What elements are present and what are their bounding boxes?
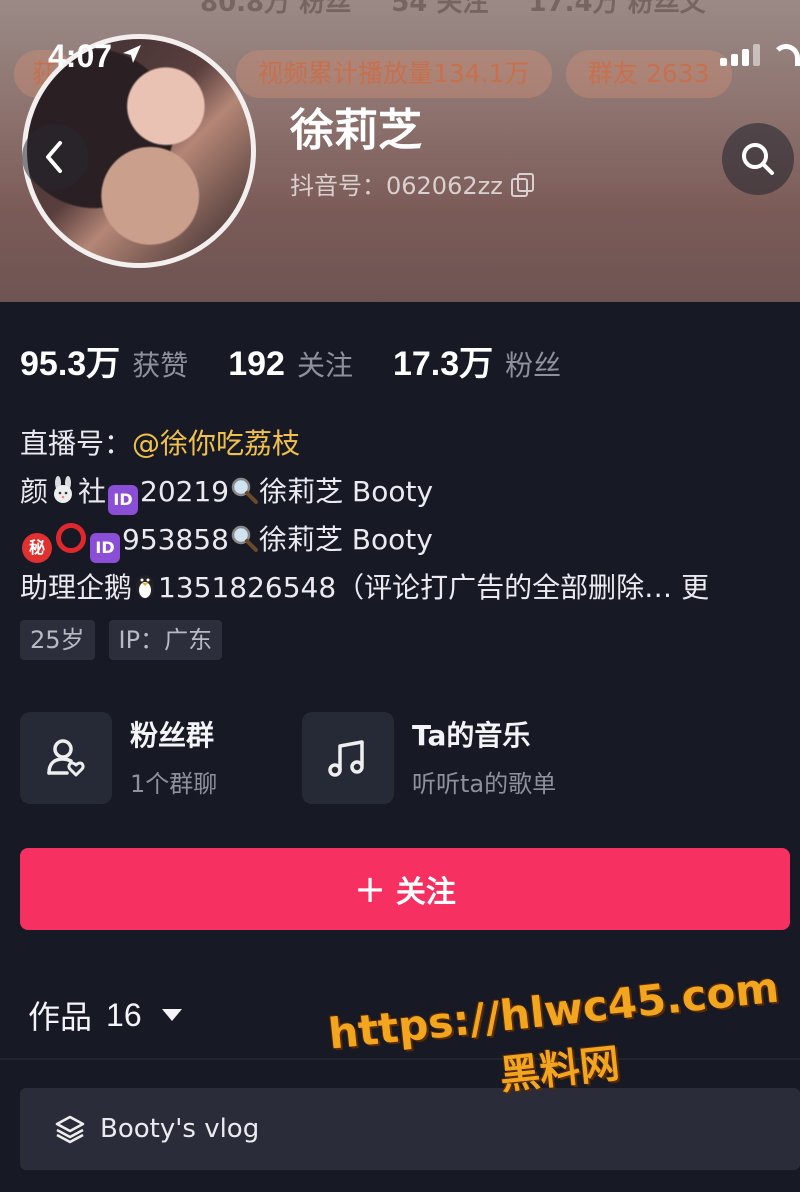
card-icon-box <box>20 712 112 804</box>
fan-group-title: 粉丝群 <box>130 719 215 752</box>
bio-line-2: 颜社 ID 20219 徐莉芝 Booty <box>20 468 800 516</box>
fan-group-subtitle: 1个群聊 <box>130 770 218 798</box>
stats-row: 95.3万 获赞 192 关注 17.3万 粉丝 <box>20 336 601 385</box>
douyin-id[interactable]: 抖音号：062062zz <box>290 166 534 201</box>
douyin-id-text: 抖音号：062062zz <box>290 172 503 200</box>
follow-label: 关注 <box>395 875 456 910</box>
expand-bio-link[interactable]: 更 <box>681 571 709 604</box>
works-tab[interactable]: 作品 16 <box>28 992 182 1038</box>
status-time: 4:07 <box>48 38 143 75</box>
card-text: 粉丝群 1个群聊 <box>130 716 217 804</box>
works-label: 作品 <box>28 998 93 1036</box>
location-arrow-icon <box>122 45 141 63</box>
search-icon <box>742 143 774 175</box>
stat-likes[interactable]: 95.3万 获赞 <box>20 336 188 385</box>
bio-text: 徐莉芝 Booty <box>258 523 433 556</box>
collection-label: Booty's vlog <box>100 1114 260 1144</box>
group-chip[interactable]: 群友 2633 <box>566 50 732 98</box>
bio: 直播号：@徐你吃荔枝 颜社 ID 20219 徐莉芝 Booty 秘 ID 953858 徐… <box>20 420 800 660</box>
bio-text: 953858 <box>122 523 229 556</box>
penguin-icon <box>136 575 155 599</box>
bio-line-live: 直播号：@徐你吃荔枝 <box>20 420 800 468</box>
stat-following-label: 关注 <box>296 349 353 382</box>
profile-name: 徐莉芝 <box>290 105 422 156</box>
fan-group-card[interactable]: 粉丝群 1个群聊 <box>20 712 217 804</box>
chevron-left-icon <box>46 141 62 173</box>
status-indicators <box>720 44 800 66</box>
magnifier-icon <box>231 477 259 504</box>
signal-icon <box>720 44 760 66</box>
music-title: Ta的音乐 <box>412 719 531 752</box>
id-badge-icon: ID <box>90 533 120 563</box>
search-button[interactable] <box>722 123 794 195</box>
rabbit-icon <box>54 476 73 503</box>
faded-following: 54 关注 <box>391 0 489 18</box>
faded-fans: 17.4万 粉丝文 <box>528 0 706 18</box>
plus-icon: + <box>354 867 386 911</box>
age-tag: 25岁 <box>20 620 95 660</box>
play-count-chip[interactable]: 视频累计播放量134.1万 <box>236 50 552 98</box>
profile-header: 80.8万 粉丝 54 关注 17.4万 粉丝文 荻 视频累计播放量134.1万… <box>0 0 800 302</box>
card-text: Ta的音乐 听听ta的歌单 <box>412 716 556 804</box>
bio-text: 助理企鹅 <box>20 571 133 604</box>
stat-fans-value: 17.3万 <box>392 345 494 383</box>
bio-text: 20219 <box>140 475 230 508</box>
stat-fans[interactable]: 17.3万 粉丝 <box>393 336 561 385</box>
bio-text: 1351826548（评论打广告的全部删除… <box>158 571 673 604</box>
user-heart-icon <box>47 739 85 777</box>
layers-icon <box>55 1115 85 1144</box>
stat-likes-label: 获赞 <box>132 349 189 382</box>
bio-text: 徐莉芝 Booty <box>259 475 434 508</box>
works-count: 16 <box>106 996 142 1033</box>
bio-text: 颜 <box>20 475 49 508</box>
stat-likes-value: 95.3万 <box>20 345 121 383</box>
back-button[interactable] <box>22 124 88 190</box>
wifi-icon <box>772 44 800 66</box>
music-subtitle: 听听ta的歌单 <box>412 770 557 798</box>
caret-down-icon <box>161 1009 182 1021</box>
ip-tag: IP：广东 <box>108 620 223 660</box>
red-circle-icon <box>56 523 86 553</box>
live-prefix: 直播号： <box>20 427 133 460</box>
bio-line-4: 助理企鹅 1351826548（评论打广告的全部删除… 更 <box>20 564 800 612</box>
music-note-icon <box>328 740 364 777</box>
faded-likes: 80.8万 粉丝 <box>200 0 352 18</box>
secret-badge-icon: 秘 <box>22 533 52 563</box>
stat-following-value: 192 <box>228 345 285 383</box>
faded-stats-strip: 80.8万 粉丝 54 关注 17.4万 粉丝文 <box>0 0 800 18</box>
bio-line-3: 秘 ID 953858 徐莉芝 Booty <box>20 516 800 564</box>
id-badge-icon: ID <box>108 485 139 515</box>
stat-fans-label: 粉丝 <box>505 349 562 382</box>
live-handle-link[interactable]: @徐你吃荔枝 <box>132 427 300 460</box>
stat-following[interactable]: 192 关注 <box>228 344 353 384</box>
bio-text: 社 <box>78 475 107 508</box>
profile-tags: 25岁 IP：广东 <box>20 620 800 660</box>
card-icon-box <box>302 712 394 804</box>
music-card[interactable]: Ta的音乐 听听ta的歌单 <box>302 712 556 804</box>
magnifier-icon <box>231 525 258 552</box>
follow-button[interactable]: + 关注 <box>20 848 790 930</box>
copy-icon[interactable] <box>510 172 534 197</box>
